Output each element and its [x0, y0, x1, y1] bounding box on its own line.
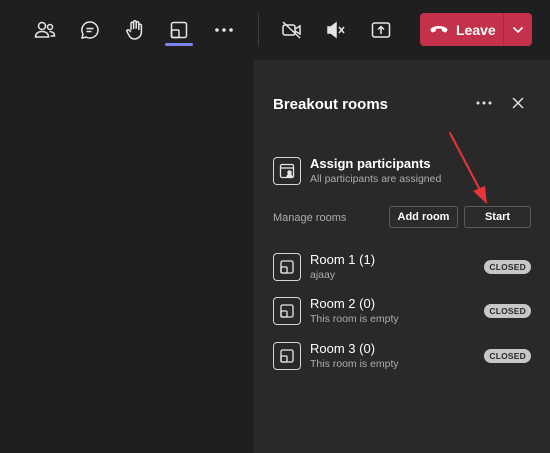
- mic-muted-icon[interactable]: [320, 14, 352, 46]
- status-badge: CLOSED: [484, 304, 531, 318]
- room-title: Room 2 (0): [310, 296, 376, 311]
- phone-hangup-icon: [430, 25, 448, 32]
- leave-button[interactable]: Leave: [420, 13, 532, 46]
- assign-title: Assign participants: [310, 156, 431, 171]
- leave-main-button[interactable]: Leave: [420, 13, 503, 46]
- panel-title: Breakout rooms: [273, 96, 389, 113]
- room-title: Room 1 (1): [310, 252, 376, 267]
- people-icon[interactable]: [29, 14, 61, 46]
- room-subtitle: This room is empty: [310, 358, 399, 370]
- toolbar-divider: [258, 14, 259, 46]
- raise-hand-icon[interactable]: [119, 14, 151, 46]
- share-icon[interactable]: [365, 14, 397, 46]
- assign-subtitle: All participants are assigned: [310, 173, 442, 185]
- breakout-rooms-icon[interactable]: [163, 14, 195, 46]
- meeting-toolbar: Leave: [0, 0, 550, 60]
- meeting-stage: [0, 60, 254, 453]
- room-subtitle: This room is empty: [310, 313, 399, 325]
- room-item[interactable]: Room 3 (0) This room is empty CLOSED: [273, 339, 531, 373]
- leave-label: Leave: [456, 21, 496, 38]
- status-badge: CLOSED: [484, 260, 531, 274]
- status-badge: CLOSED: [484, 349, 531, 363]
- manage-rooms-label: Manage rooms: [273, 212, 347, 224]
- annotation-arrow: [449, 132, 487, 204]
- room-subtitle: ajaay: [310, 269, 336, 281]
- room-icon: [273, 253, 301, 281]
- room-item[interactable]: Room 2 (0) This room is empty CLOSED: [273, 294, 531, 328]
- room-icon: [273, 297, 301, 325]
- breakout-rooms-panel: Breakout rooms Assign participants All p…: [254, 60, 550, 453]
- room-item[interactable]: Room 1 (1) ajaay CLOSED: [273, 250, 531, 284]
- camera-off-icon[interactable]: [276, 14, 308, 46]
- assign-icon: [273, 157, 301, 185]
- active-tab-indicator: [165, 43, 193, 46]
- chat-icon[interactable]: [74, 14, 106, 46]
- add-room-button[interactable]: Add room: [389, 206, 458, 228]
- close-icon[interactable]: [507, 92, 529, 114]
- room-title: Room 3 (0): [310, 341, 376, 356]
- room-icon: [273, 342, 301, 370]
- start-button[interactable]: Start: [464, 206, 531, 228]
- chevron-down-icon[interactable]: [504, 13, 532, 46]
- more-icon[interactable]: [473, 92, 495, 114]
- more-icon[interactable]: [208, 14, 240, 46]
